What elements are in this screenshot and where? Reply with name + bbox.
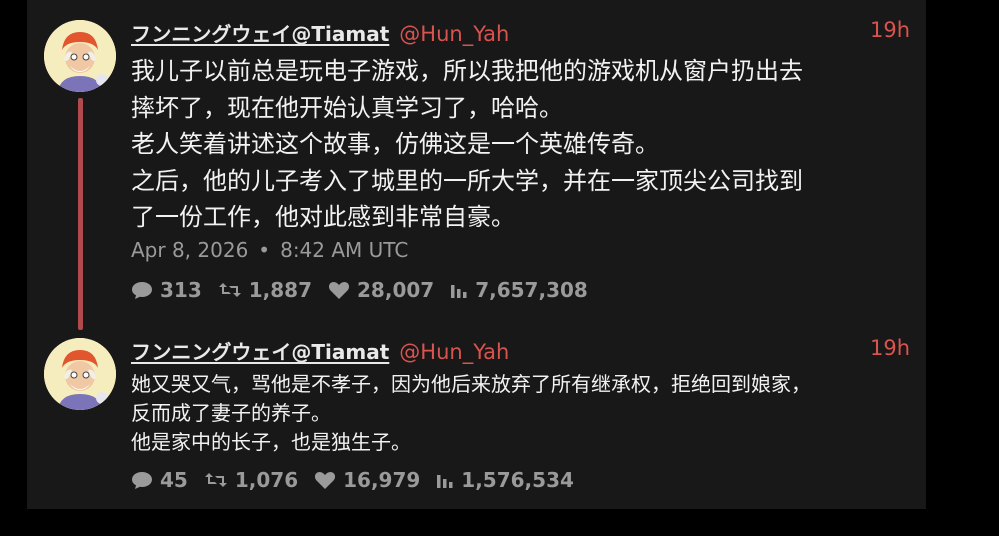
tweet-stats: 45 1,076 16,979 1,576,534 [131, 467, 590, 493]
like-count: 28,007 [357, 278, 435, 302]
views-stat[interactable]: 1,576,534 [436, 468, 574, 492]
retweet-stat[interactable]: 1,887 [218, 278, 312, 302]
display-name[interactable]: フンニングウェイ@Tiamat [131, 340, 389, 364]
heart-icon [328, 282, 350, 299]
tweet-text: 她又哭又气，骂他是不孝子，因为他后来放弃了所有继承权，拒绝回到娘家， 反而成了妻… [131, 372, 811, 454]
avatar-image [44, 20, 116, 92]
tweet-time[interactable]: 19h [870, 336, 910, 360]
speech-bubble-icon [132, 472, 152, 489]
reply-count: 313 [160, 278, 202, 302]
views-stat[interactable]: 7,657,308 [450, 278, 588, 302]
speech-bubble-icon [132, 282, 152, 299]
tweet-date: Apr 8, 2026 [131, 238, 249, 262]
user-handle[interactable]: @Hun_Yah [399, 22, 509, 46]
avatar[interactable] [44, 338, 116, 410]
separator-dot: • [258, 238, 271, 262]
views-count: 1,576,534 [461, 468, 574, 492]
tweet-clock: 8:42 AM UTC [280, 238, 409, 262]
retweet-count: 1,076 [234, 468, 299, 492]
tweet-header: フンニングウェイ@Tiamat @Hun_Yah 19h [131, 18, 910, 48]
bar-chart-icon [451, 285, 467, 298]
reply-stat[interactable]: 313 [131, 278, 202, 302]
like-stat[interactable]: 16,979 [314, 468, 420, 492]
avatar-image [44, 338, 116, 410]
like-count: 16,979 [343, 468, 421, 492]
thread-connector-line [78, 98, 83, 330]
tweet-time[interactable]: 19h [870, 18, 910, 42]
avatar[interactable] [44, 20, 116, 92]
retweet-stat[interactable]: 1,076 [204, 468, 298, 492]
tweet-timestamp: Apr 8, 2026 • 8:42 AM UTC [131, 238, 408, 262]
tweet-stats: 313 1,887 28,007 7,657,308 [131, 277, 604, 303]
display-name[interactable]: フンニングウェイ@Tiamat [131, 22, 389, 46]
views-count: 7,657,308 [475, 278, 588, 302]
reply-stat[interactable]: 45 [131, 468, 188, 492]
retweet-icon [218, 283, 241, 297]
user-handle[interactable]: @Hun_Yah [399, 340, 509, 364]
bar-chart-icon [437, 475, 453, 488]
retweet-icon [204, 473, 227, 487]
reply-count: 45 [160, 468, 188, 492]
heart-icon [315, 472, 336, 489]
retweet-count: 1,887 [248, 278, 313, 302]
tweet-header: フンニングウェイ@Tiamat @Hun_Yah 19h [131, 336, 910, 366]
like-stat[interactable]: 28,007 [328, 278, 434, 302]
tweet-text: 我儿子以前总是玩电子游戏，所以我把他的游戏机从窗户扔出去 摔坏了，现在他开始认真… [131, 57, 803, 231]
